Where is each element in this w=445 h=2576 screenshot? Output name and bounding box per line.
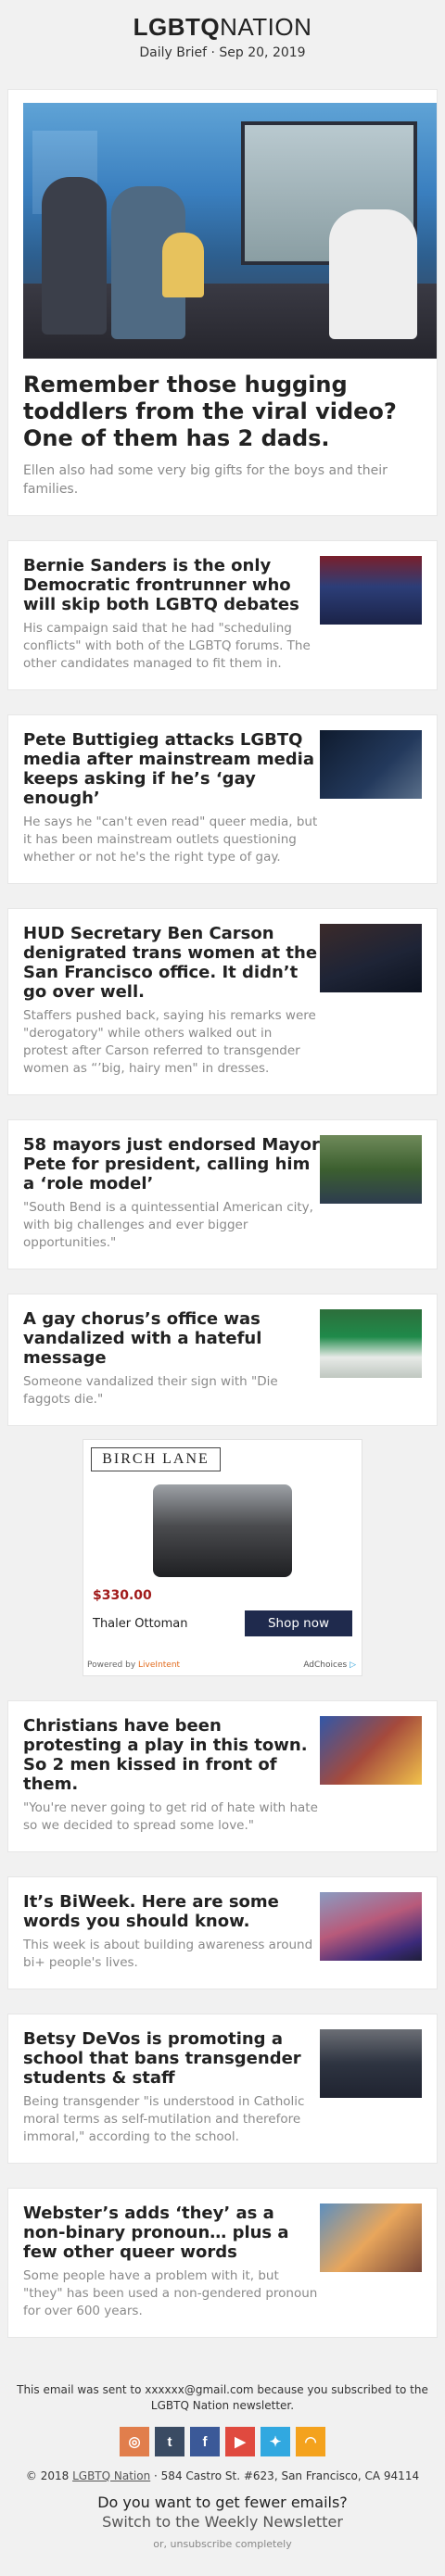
youtube-icon[interactable]: ▶ [225, 2427, 255, 2456]
ad-brand-logo[interactable]: BIRCH LANE [91, 1447, 221, 1471]
article-headline[interactable]: Christians have been protesting a play i… [23, 1716, 320, 1794]
article-card[interactable]: Bernie Sanders is the only Democratic fr… [7, 540, 438, 690]
article-headline[interactable]: HUD Secretary Ben Carson denigrated tran… [23, 924, 320, 1002]
adchoices-icon: ▷ [350, 1661, 356, 1670]
article-thumbnail[interactable] [320, 2029, 422, 2098]
article-summary: Some people have a problem with it, but … [23, 2268, 318, 2318]
article-card[interactable]: A gay chorus’s office was vandalized wit… [7, 1294, 438, 1426]
hero-image[interactable] [23, 103, 437, 359]
subscription-note: This email was sent to xxxxxx@gmail.com … [17, 2383, 428, 2412]
article-card[interactable]: Webster’s adds ‘they’ as a non-binary pr… [7, 2188, 438, 2338]
logo-rest: NATION [220, 13, 312, 41]
article-headline[interactable]: Pete Buttigieg attacks LGBTQ media after… [23, 730, 320, 808]
facebook-icon[interactable]: f [190, 2427, 220, 2456]
advertisement[interactable]: BIRCH LANE $330.00 Thaler Ottoman Shop n… [83, 1439, 362, 1676]
ad-product-image[interactable] [153, 1484, 292, 1577]
article-summary: "You're never going to get rid of hate w… [23, 1800, 318, 1833]
article-card[interactable]: HUD Secretary Ben Carson denigrated tran… [7, 908, 438, 1095]
instagram-icon[interactable]: ◎ [120, 2427, 149, 2456]
article-headline[interactable]: It’s BiWeek. Here are some words you sho… [23, 1892, 320, 1931]
article-headline[interactable]: 58 mayors just endorsed Mayor Pete for p… [23, 1135, 320, 1193]
article-headline[interactable]: Bernie Sanders is the only Democratic fr… [23, 556, 320, 614]
article-thumbnail[interactable] [320, 2203, 422, 2272]
article-thumbnail[interactable] [320, 924, 422, 992]
adchoices-link[interactable]: AdChoices ▷ [303, 1661, 356, 1670]
unsubscribe-link[interactable]: or, unsubscribe completely [15, 2538, 430, 2550]
footer: This email was sent to xxxxxx@gmail.com … [0, 2382, 445, 2550]
ad-price: $330.00 [93, 1588, 152, 1603]
rss-icon[interactable]: ◠ [296, 2427, 325, 2456]
article-thumbnail[interactable] [320, 1309, 422, 1378]
article-headline[interactable]: Webster’s adds ‘they’ as a non-binary pr… [23, 2203, 320, 2262]
hero-card[interactable]: Remember those hugging toddlers from the… [7, 89, 438, 516]
logo[interactable]: LGBTQNATION [0, 13, 445, 42]
article-card[interactable]: It’s BiWeek. Here are some words you sho… [7, 1876, 438, 1989]
switch-weekly-link[interactable]: Switch to the Weekly Newsletter [15, 2513, 430, 2531]
article-card[interactable]: Pete Buttigieg attacks LGBTQ media after… [7, 714, 438, 884]
tumblr-icon[interactable]: t [155, 2427, 184, 2456]
article-summary: This week is about building awareness ar… [23, 1938, 313, 1970]
twitter-icon[interactable]: ✦ [261, 2427, 290, 2456]
ad-container: BIRCH LANE $330.00 Thaler Ottoman Shop n… [0, 1439, 445, 1676]
social-links: ◎ t f ▶ ✦ ◠ [15, 2427, 430, 2456]
article-thumbnail[interactable] [320, 556, 422, 625]
fewer-emails-question: Do you want to get fewer emails? [97, 2494, 348, 2511]
article-thumbnail[interactable] [320, 1892, 422, 1961]
article-headline[interactable]: Betsy DeVos is promoting a school that b… [23, 2029, 320, 2088]
article-summary: Staffers pushed back, saying his remarks… [23, 1008, 316, 1076]
hero-image-child [162, 233, 204, 297]
article-thumbnail[interactable] [320, 1135, 422, 1204]
article-card[interactable]: Christians have been protesting a play i… [7, 1700, 438, 1852]
article-headline[interactable]: A gay chorus’s office was vandalized wit… [23, 1309, 320, 1368]
hero-headline[interactable]: Remember those hugging toddlers from the… [23, 372, 422, 452]
article-summary: "South Bend is a quintessential American… [23, 1200, 313, 1250]
header: LGBTQNATION Daily Brief · Sep 20, 2019 [0, 0, 445, 85]
article-thumbnail[interactable] [320, 1716, 422, 1785]
article-summary: He says he "can't even read" queer media… [23, 814, 318, 865]
article-summary: Being transgender "is understood in Cath… [23, 2094, 305, 2144]
hero-image-host [329, 209, 417, 339]
article-summary: Someone vandalized their sign with "Die … [23, 1374, 278, 1407]
logo-bold: LGBTQ [133, 13, 221, 41]
ad-product-name: Thaler Ottoman [93, 1616, 188, 1631]
powered-by[interactable]: Powered by LiveIntent [87, 1661, 180, 1670]
copyright-line: © 2018 LGBTQ Nation · 584 Castro St. #62… [25, 2469, 420, 2482]
site-link[interactable]: LGBTQ Nation [72, 2469, 150, 2482]
shop-now-button[interactable]: Shop now [245, 1610, 352, 1636]
hero-image-person [42, 177, 107, 335]
article-summary: His campaign said that he had "schedulin… [23, 621, 311, 671]
article-thumbnail[interactable] [320, 730, 422, 799]
liveintent-logo: LiveIntent [138, 1661, 181, 1670]
article-card[interactable]: 58 mayors just endorsed Mayor Pete for p… [7, 1119, 438, 1269]
hero-summary: Ellen also had some very big gifts for t… [23, 463, 388, 497]
issue-date: Daily Brief · Sep 20, 2019 [139, 45, 306, 60]
article-card[interactable]: Betsy DeVos is promoting a school that b… [7, 2014, 438, 2164]
